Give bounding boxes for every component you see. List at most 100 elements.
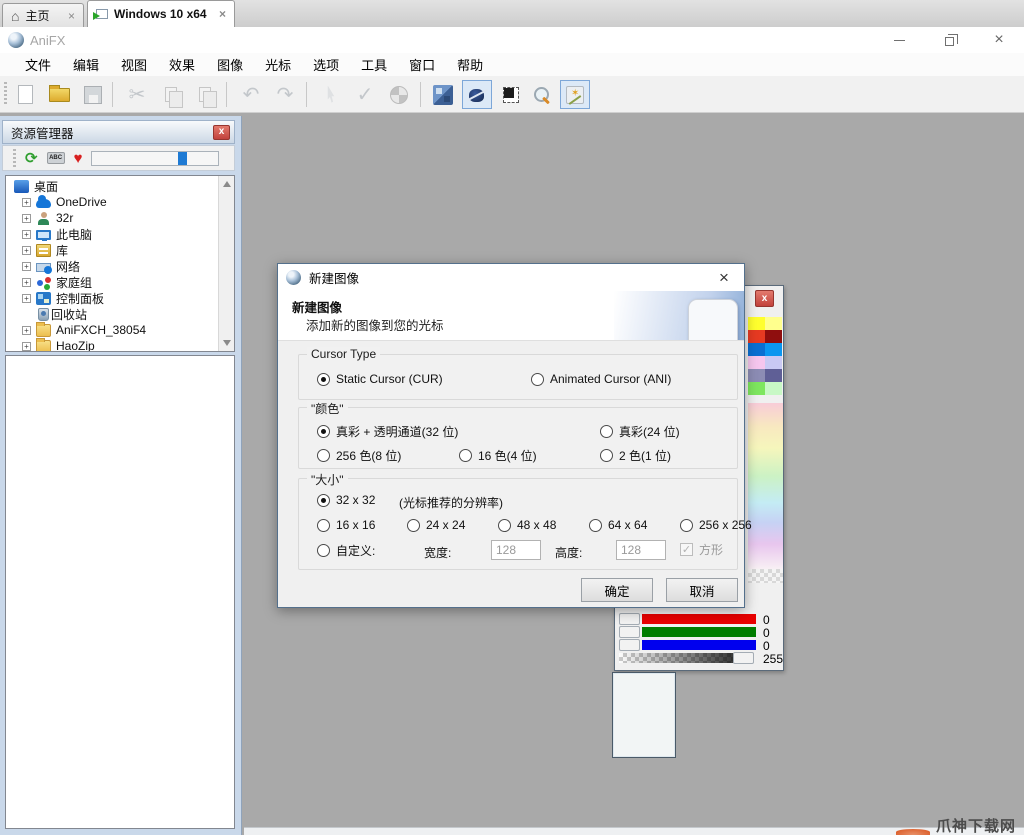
alpha-slider[interactable]: 255	[619, 652, 781, 664]
radio-256x256[interactable]: 256 x 256	[680, 518, 752, 532]
expand-icon[interactable]: +	[22, 278, 31, 287]
undo-button[interactable]: ↶	[236, 80, 266, 109]
scroll-down-icon[interactable]	[223, 340, 231, 346]
new-file-button[interactable]	[10, 80, 40, 109]
tree-item-control-panel[interactable]: + 控制面板	[22, 290, 104, 306]
menu-view[interactable]: 视图	[110, 53, 158, 76]
alpha-slider-thumb[interactable]	[733, 652, 754, 664]
color-swatch[interactable]	[748, 330, 765, 343]
menu-cursor[interactable]: 光标	[254, 53, 302, 76]
favorites-heart-icon[interactable]: ♥	[74, 151, 83, 166]
hide-cursor-button[interactable]	[462, 80, 492, 109]
expand-icon[interactable]: +	[22, 214, 31, 223]
radio-48x48[interactable]: 48 x 48	[498, 518, 556, 532]
check-tool-button[interactable]: ✓	[350, 80, 380, 109]
height-input[interactable]	[616, 540, 666, 560]
blue-slider[interactable]: 0	[619, 639, 781, 651]
tree-item-libraries[interactable]: + 库	[22, 242, 68, 258]
radio-24x24[interactable]: 24 x 24	[407, 518, 465, 532]
color-swatch[interactable]	[765, 382, 782, 395]
rainbow-gradient-picker[interactable]	[748, 403, 783, 569]
close-button[interactable]: ×	[982, 27, 1016, 53]
paste-button[interactable]	[190, 80, 220, 109]
color-swatch[interactable]	[765, 343, 782, 356]
expand-icon[interactable]: +	[22, 246, 31, 255]
refresh-icon[interactable]: ⟳	[25, 151, 38, 166]
green-slider[interactable]: 0	[619, 626, 781, 638]
radio-animated-cursor[interactable]: Animated Cursor (ANI)	[531, 372, 671, 386]
color-swatch[interactable]	[748, 343, 765, 356]
color-swatch[interactable]	[765, 330, 782, 343]
color-swatch[interactable]	[748, 382, 765, 395]
ok-button[interactable]: 确定	[581, 578, 653, 602]
alpha-checker-strip[interactable]	[748, 569, 783, 583]
radio-24bit[interactable]: 真彩(24 位)	[600, 423, 680, 440]
tree-scrollbar[interactable]	[218, 176, 234, 351]
color-swatch[interactable]	[748, 369, 765, 382]
save-button[interactable]	[78, 80, 108, 109]
expand-icon[interactable]: +	[22, 294, 31, 303]
blue-slider-thumb[interactable]	[619, 639, 640, 651]
explorer-close-button[interactable]: x	[213, 125, 230, 140]
red-slider-thumb[interactable]	[619, 613, 640, 625]
tree-item-recycle-bin[interactable]: 回收站	[36, 306, 87, 322]
explorer-zoom-slider[interactable]	[91, 151, 219, 166]
restore-button[interactable]	[932, 27, 966, 53]
cut-button[interactable]: ✂	[122, 80, 152, 109]
menu-options[interactable]: 选项	[302, 53, 350, 76]
tree-item-network[interactable]: + 网络	[22, 258, 80, 274]
menu-help[interactable]: 帮助	[446, 53, 494, 76]
radio-32x32[interactable]: 32 x 32	[317, 493, 375, 507]
image-test-button[interactable]	[428, 80, 458, 109]
radio-custom[interactable]: 自定义:	[317, 542, 375, 559]
tree-item-desktop[interactable]: 桌面	[14, 178, 58, 194]
expand-icon[interactable]: +	[22, 342, 31, 351]
tab-windows10[interactable]: Windows 10 x64 ×	[87, 0, 235, 27]
zoom-tool-button[interactable]	[527, 80, 557, 109]
copy-button[interactable]	[156, 80, 186, 109]
minimize-button[interactable]	[882, 27, 916, 53]
redo-button[interactable]: ↷	[270, 80, 300, 109]
rename-abc-icon[interactable]: ABC	[47, 152, 65, 164]
explorer-slider-thumb[interactable]	[178, 152, 187, 165]
color-swatch[interactable]	[765, 317, 782, 330]
square-checkbox[interactable]: ✓ 方形	[680, 541, 723, 558]
dialog-close-button[interactable]: ×	[712, 268, 736, 288]
expand-icon[interactable]: +	[22, 230, 31, 239]
menu-image[interactable]: 图像	[206, 53, 254, 76]
radio-static-cursor[interactable]: Static Cursor (CUR)	[317, 372, 443, 386]
tree-item-this-pc[interactable]: + 此电脑	[22, 226, 92, 242]
radio-1bit[interactable]: 2 色(1 位)	[600, 447, 671, 464]
width-input[interactable]	[491, 540, 541, 560]
tree-item-user[interactable]: + 32r	[22, 210, 73, 226]
pointer-tool-button[interactable]	[316, 80, 346, 109]
explorer-header[interactable]: 资源管理器 x	[2, 120, 235, 144]
tree-item-haozip[interactable]: + HaoZip	[22, 338, 95, 352]
red-slider[interactable]: 0	[619, 613, 781, 625]
selection-tool-button[interactable]	[496, 80, 526, 109]
scroll-up-icon[interactable]	[223, 181, 231, 187]
color-swatch[interactable]	[748, 356, 765, 369]
menu-tools[interactable]: 工具	[350, 53, 398, 76]
tab-home[interactable]: ⌂ 主页 ×	[2, 3, 84, 27]
radio-32bit[interactable]: 真彩 + 透明通道(32 位)	[317, 423, 458, 440]
sphere-tool-button[interactable]	[384, 80, 414, 109]
menu-window[interactable]: 窗口	[398, 53, 446, 76]
color-swatch[interactable]	[765, 369, 782, 382]
radio-4bit[interactable]: 16 色(4 位)	[459, 447, 537, 464]
menu-file[interactable]: 文件	[14, 53, 62, 76]
tree-item-homegroup[interactable]: + 家庭组	[22, 274, 92, 290]
tree-item-anifxch[interactable]: + AniFXCH_38054	[22, 322, 146, 338]
green-slider-thumb[interactable]	[619, 626, 640, 638]
cancel-button[interactable]: 取消	[666, 578, 738, 602]
paint-new-button[interactable]	[560, 80, 590, 109]
menu-edit[interactable]: 编辑	[62, 53, 110, 76]
dialog-title-bar[interactable]: 新建图像 ×	[278, 264, 744, 291]
tab-windows10-close-icon[interactable]: ×	[219, 7, 226, 21]
radio-16x16[interactable]: 16 x 16	[317, 518, 375, 532]
radio-64x64[interactable]: 64 x 64	[589, 518, 647, 532]
expand-icon[interactable]: +	[22, 198, 31, 207]
expand-icon[interactable]: +	[22, 262, 31, 271]
open-file-button[interactable]	[44, 80, 74, 109]
tab-home-close-icon[interactable]: ×	[68, 9, 75, 23]
